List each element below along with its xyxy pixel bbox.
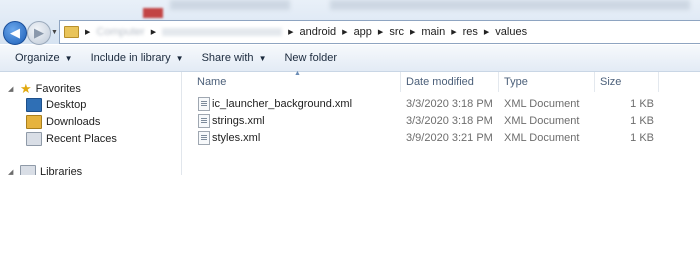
blurred-region [170,0,290,10]
chevron-down-icon: ▼ [64,53,73,63]
blurred-region [143,8,163,18]
navigation-pane: ◢ ★ Favorites Desktop Downloads Recent P… [0,72,182,175]
file-size: 1 KB [630,98,654,110]
downloads-icon [26,115,42,129]
breadcrumb-android[interactable]: android [299,26,336,38]
breadcrumb-src[interactable]: src [389,26,404,38]
organize-label: Organize [15,52,60,64]
breadcrumb-main[interactable]: main [421,26,445,38]
share-with-button[interactable]: Share with ▼ [193,47,276,69]
forward-button[interactable]: ▶ [27,21,51,45]
nav-item-label: Downloads [46,116,101,128]
column-divider[interactable] [498,72,499,92]
include-in-library-button[interactable]: Include in library ▼ [82,47,193,69]
include-in-library-label: Include in library [90,52,171,64]
file-type: XML Document [504,115,580,127]
column-header-date-modified[interactable]: Date modified [406,72,474,92]
nav-item-recent-places[interactable]: Recent Places [26,132,117,146]
column-header-size[interactable]: Size [600,72,621,92]
back-button[interactable]: ◀ [3,21,27,45]
file-row[interactable]: styles.xml 3/9/2020 3:21 PM XML Document… [194,130,694,146]
chevron-down-icon[interactable]: ▼ [51,29,58,36]
file-name: ic_launcher_background.xml [212,98,353,110]
breadcrumb-res[interactable]: res [463,26,478,38]
file-size: 1 KB [630,132,654,144]
file-list: ▲ Name Date modified Type Size ic_launch… [182,70,700,175]
file-row[interactable]: ic_launcher_background.xml 3/3/2020 3:18… [194,96,694,112]
nav-libraries[interactable]: ◢ Libraries [0,165,82,175]
favorites-label: Favorites [35,83,81,95]
column-label: Name [197,76,227,88]
arrow-left-icon: ◀ [10,25,20,40]
chevron-right-icon[interactable]: ▶ [85,28,90,36]
organize-button[interactable]: Organize ▼ [6,47,82,69]
sort-ascending-icon: ▲ [294,70,301,77]
arrow-right-icon: ▶ [34,25,44,40]
file-type: XML Document [504,98,580,110]
column-label: Type [504,76,528,88]
chevron-right-icon[interactable]: ▶ [288,28,293,36]
new-folder-label: New folder [284,52,338,64]
column-divider[interactable] [594,72,595,92]
column-label: Size [600,76,622,88]
share-with-label: Share with [201,52,254,64]
file-name: strings.xml [212,115,265,127]
file-type: XML Document [504,132,580,144]
column-label: Date modified [406,76,474,88]
file-date: 3/3/2020 3:18 PM [406,98,493,110]
nav-item-downloads[interactable]: Downloads [26,115,100,129]
blurred-region [330,0,690,10]
chevron-down-icon: ▼ [258,53,267,63]
column-header-type[interactable]: Type [504,72,528,92]
xml-file-icon [198,97,210,111]
expand-triangle-icon[interactable]: ◢ [8,168,18,175]
nav-item-label: Desktop [46,99,87,111]
blurred-region [162,28,283,36]
chevron-down-icon: ▼ [175,53,184,63]
file-date: 3/9/2020 3:21 PM [406,132,493,144]
xml-file-icon [198,131,210,145]
explorer-window: ◀ ▶ ▼ ▶ Computer ▶ ▶ android ▶ app ▶ src… [0,0,700,175]
star-icon: ★ [20,81,32,96]
address-input[interactable]: ▶ Computer ▶ ▶ android ▶ app ▶ src ▶ mai… [59,20,700,44]
breadcrumb-app[interactable]: app [354,26,372,38]
xml-file-icon [198,114,210,128]
file-size: 1 KB [630,115,654,127]
file-name: styles.xml [212,132,261,144]
folder-icon [64,26,79,38]
file-date: 3/3/2020 3:18 PM [406,115,493,127]
breadcrumb-computer[interactable]: Computer [96,26,144,38]
chevron-right-icon[interactable]: ▶ [342,28,347,36]
expand-triangle-icon[interactable]: ◢ [8,85,18,93]
desktop-icon [26,98,42,112]
libraries-label: Libraries [40,166,83,175]
new-folder-button[interactable]: New folder [275,47,346,69]
address-bar-row: ◀ ▶ ▼ ▶ Computer ▶ ▶ android ▶ app ▶ src… [0,0,700,45]
chevron-right-icon[interactable]: ▶ [151,28,156,36]
file-row[interactable]: strings.xml 3/3/2020 3:18 PM XML Documen… [194,113,694,129]
libraries-icon [20,165,36,175]
nav-item-desktop[interactable]: Desktop [26,98,86,112]
nav-favorites[interactable]: ◢ ★ Favorites [0,81,81,97]
breadcrumb-values[interactable]: values [495,26,527,38]
recent-places-icon [26,132,42,146]
command-bar: Organize ▼ Include in library ▼ Share wi… [0,45,700,72]
chevron-right-icon[interactable]: ▶ [484,28,489,36]
chevron-right-icon[interactable]: ▶ [378,28,383,36]
nav-item-label: Recent Places [46,133,117,145]
chevron-right-icon[interactable]: ▶ [410,28,415,36]
column-divider[interactable] [658,72,659,92]
column-header-name[interactable]: Name [197,72,226,92]
column-divider[interactable] [400,72,401,92]
chevron-right-icon[interactable]: ▶ [451,28,456,36]
